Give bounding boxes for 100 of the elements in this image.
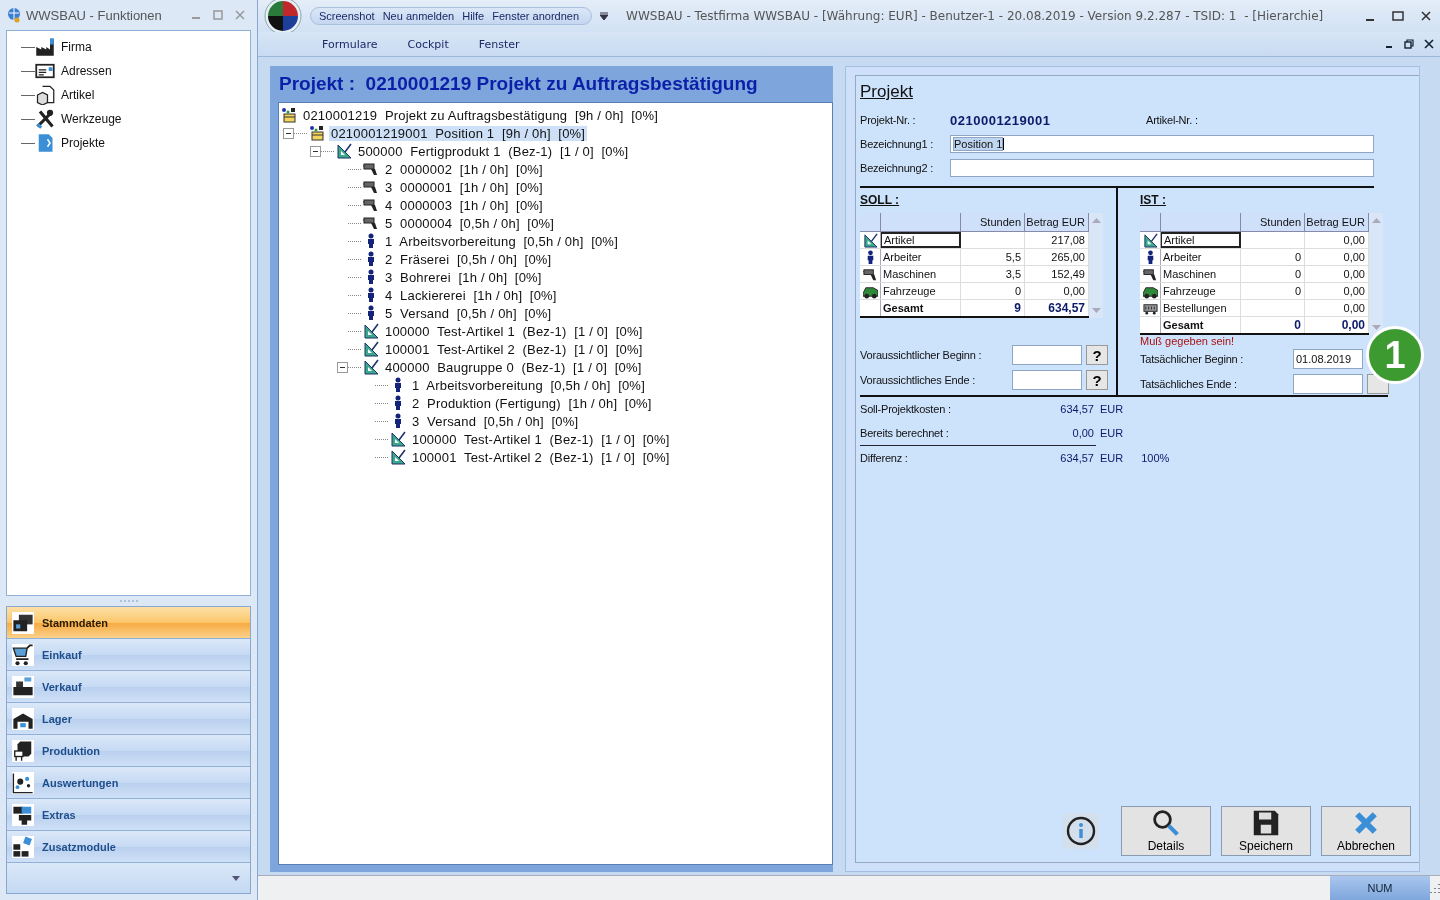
summary-label: Differenz : xyxy=(860,452,909,464)
close-icon[interactable] xyxy=(1424,39,1434,49)
table-cell[interactable]: Arbeiter xyxy=(881,249,961,265)
restore-icon[interactable] xyxy=(1404,39,1414,49)
tree-item[interactable]: 400000 Baugruppe 0 (Bez-1) [1 / 0] [0%] xyxy=(383,359,644,375)
section-heading: IST : xyxy=(1140,193,1167,207)
tree-item[interactable]: 3 Bohrerei [1h / 0h] [0%] xyxy=(383,269,544,285)
tree-item[interactable]: 2 Fräserei [0,5h / 0h] [0%] xyxy=(383,251,554,267)
tree-item[interactable]: 4 Lackiererei [1h / 0h] [0%] xyxy=(383,287,559,303)
nav-item[interactable]: Zusatzmodule xyxy=(7,831,250,863)
expander-icon[interactable] xyxy=(283,127,294,139)
scroll-down-icon[interactable] xyxy=(1371,325,1381,331)
tree-item[interactable]: Projekte xyxy=(61,136,106,150)
tree-item[interactable]: 3 Versand [0,5h / 0h] [0%] xyxy=(410,413,581,429)
resize-grip-icon[interactable] xyxy=(1430,883,1440,893)
table-cell: 0 xyxy=(961,283,1025,299)
table-cell[interactable]: Gesamt xyxy=(1161,317,1241,333)
summary-amount: 634,57 xyxy=(1059,452,1094,464)
toolbar-button[interactable]: Screenshot xyxy=(315,9,379,23)
menu-item[interactable]: Fenster xyxy=(466,35,532,53)
table-cell[interactable]: Fahrzeuge xyxy=(1161,283,1241,299)
text-field[interactable] xyxy=(950,159,1374,177)
date-field[interactable] xyxy=(1293,374,1363,394)
drill-icon xyxy=(1142,266,1158,282)
dropdown-icon[interactable] xyxy=(600,12,609,20)
nav-item[interactable]: Verkauf xyxy=(7,671,250,703)
text-field[interactable]: Position 1 xyxy=(950,135,1374,153)
tree-item[interactable]: 100001 Test-Artikel 2 (Bez-1) [1 / 0] [0%] xyxy=(383,341,645,357)
package-icon xyxy=(281,107,297,123)
tree-item[interactable]: 500000 Fertigprodukt 1 (Bez-1) [1 / 0] [0%] xyxy=(356,143,631,159)
expander-icon[interactable] xyxy=(337,361,348,373)
tree-item[interactable]: 4 0000003 [1h / 0h] [0%] xyxy=(383,197,545,213)
field-label: Voraussichtlicher Beginn : xyxy=(860,349,983,361)
toolbar-button[interactable]: Fenster anordnen xyxy=(488,9,584,23)
scroll-up-icon[interactable] xyxy=(1371,217,1381,223)
window-title: WWSBAU - Funktionen xyxy=(26,7,163,23)
table-cell[interactable]: Bestellungen xyxy=(1161,300,1241,316)
tree-item[interactable]: 100001 Test-Artikel 2 (Bez-1) [1 / 0] [0%] xyxy=(410,449,672,465)
tree-item[interactable]: 0210001219 Projekt zu Auftragsbestätigung [9h / 0h] [0%] xyxy=(301,107,661,123)
project-number: 0210001219001 xyxy=(950,112,1052,128)
tree-item[interactable]: 0210001219001 Position 1 [9h / 0h] [0%] xyxy=(329,125,588,141)
menu-item[interactable]: Formulare xyxy=(310,35,390,53)
tree-item[interactable]: 100000 Test-Artikel 1 (Bez-1) [1 / 0] [0%] xyxy=(410,431,672,447)
tree-item[interactable]: 1 Arbeitsvorbereitung [0,5h / 0h] [0%] xyxy=(410,377,647,393)
table-cell[interactable]: Artikel xyxy=(1161,232,1241,248)
table-cell[interactable]: Gesamt xyxy=(881,300,961,316)
date-field[interactable] xyxy=(1012,345,1082,365)
tree-item[interactable]: Artikel xyxy=(61,88,95,102)
tree-item[interactable]: 1 Arbeitsvorbereitung [0,5h / 0h] [0%] xyxy=(383,233,620,249)
percentage: 100% xyxy=(1141,452,1170,464)
grip-icon[interactable] xyxy=(118,599,139,603)
menu-item[interactable]: Cockpit xyxy=(395,35,461,53)
toolbar-button[interactable]: Hilfe xyxy=(458,9,489,23)
table-cell: 0 xyxy=(1241,249,1305,265)
action-button[interactable]: Abbrechen xyxy=(1321,806,1411,856)
scrollbar[interactable] xyxy=(1089,213,1103,318)
section-heading: SOLL : xyxy=(860,193,901,207)
tree-item[interactable]: 100000 Test-Artikel 1 (Bez-1) [1 / 0] [0%] xyxy=(383,323,645,339)
tree-item[interactable]: Firma xyxy=(61,40,92,54)
globe-icon xyxy=(6,7,22,23)
table-cell[interactable]: Maschinen xyxy=(881,266,961,282)
tree-item[interactable]: Adressen xyxy=(61,64,112,78)
nav-item[interactable]: Stammdaten xyxy=(7,607,250,639)
tree-item[interactable]: Werkzeuge xyxy=(61,112,122,126)
maximize-icon[interactable] xyxy=(1392,10,1404,22)
info-button[interactable] xyxy=(1063,813,1099,849)
table-cell[interactable]: Arbeiter xyxy=(1161,249,1241,265)
caret-icon[interactable] xyxy=(232,875,240,881)
nav-item[interactable]: Einkauf xyxy=(7,639,250,671)
scroll-up-icon[interactable] xyxy=(1091,217,1101,223)
tree-item[interactable]: 5 Versand [0,5h / 0h] [0%] xyxy=(383,305,554,321)
field-label: Bezeichnung1 : xyxy=(860,138,935,150)
tree-item[interactable]: 2 0000002 [1h / 0h] [0%] xyxy=(383,161,545,177)
table-cell[interactable]: Fahrzeuge xyxy=(881,283,961,299)
action-button[interactable]: Details xyxy=(1121,806,1211,856)
table-cell[interactable]: Artikel xyxy=(881,232,961,248)
scrollbar[interactable] xyxy=(1369,213,1383,335)
scroll-down-icon[interactable] xyxy=(1091,308,1101,314)
action-button[interactable]: Speichern xyxy=(1221,806,1311,856)
picker-button[interactable]: ? xyxy=(1086,370,1108,390)
date-field[interactable] xyxy=(1012,370,1082,390)
picker-button[interactable]: ? xyxy=(1086,345,1108,365)
expander-icon[interactable] xyxy=(310,145,321,157)
tree-item[interactable]: 3 0000001 [1h / 0h] [0%] xyxy=(383,179,545,195)
cards-icon xyxy=(12,611,34,634)
tree-item[interactable]: 2 Produktion (Fertigung) [1h / 0h] [0%] xyxy=(410,395,654,411)
toolbar-button[interactable]: Neu anmelden xyxy=(378,9,459,23)
currency: EUR xyxy=(1100,403,1124,415)
table-cell: 9 xyxy=(961,300,1025,316)
table-cell[interactable]: Maschinen xyxy=(1161,266,1241,282)
summary-amount: 0,00 xyxy=(1071,427,1094,439)
app-orb-icon[interactable] xyxy=(264,0,302,35)
nav-item[interactable]: Auswertungen xyxy=(7,767,250,799)
nav-item[interactable]: Produktion xyxy=(7,735,250,767)
nav-item[interactable]: Extras xyxy=(7,799,250,831)
tree-item[interactable]: 5 0000004 [0,5h / 0h] [0%] xyxy=(383,215,557,231)
date-field[interactable]: 01.08.2019 xyxy=(1293,349,1363,369)
puzzle-icon xyxy=(12,803,34,826)
close-icon[interactable] xyxy=(1420,10,1432,22)
nav-item[interactable]: Lager xyxy=(7,703,250,735)
